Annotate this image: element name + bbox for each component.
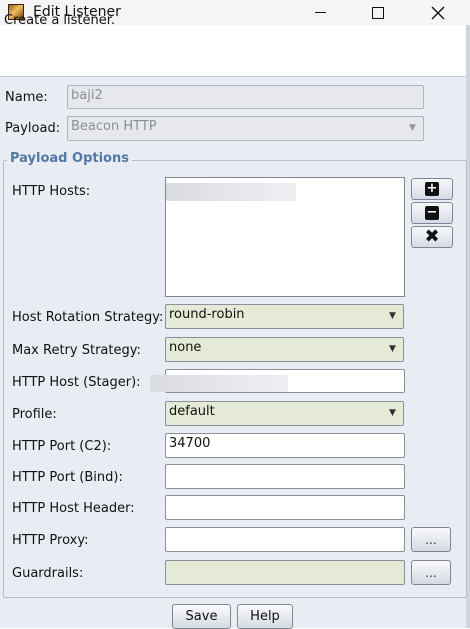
chevron-down-icon: ▼ [409, 122, 416, 133]
guardrails-browse-button[interactable]: ... [411, 560, 451, 585]
redacted-value [150, 375, 288, 392]
guardrails-browse-label: ... [425, 565, 437, 580]
port-bind-label: HTTP Port (Bind): [12, 470, 123, 485]
chevron-down-icon: ▼ [389, 407, 396, 418]
clear-hosts-button[interactable]: ✖ [411, 226, 453, 248]
proxy-browse-button[interactable]: ... [411, 527, 451, 552]
port-bind-field[interactable] [165, 464, 405, 489]
max-retry-select[interactable]: none ▼ [165, 337, 404, 362]
http-hosts-label: HTTP Hosts: [12, 184, 91, 199]
maximize-button[interactable] [355, 0, 401, 25]
add-host-button[interactable]: + [411, 178, 453, 200]
chevron-down-icon: ▼ [389, 310, 396, 321]
profile-label: Profile: [12, 407, 57, 422]
proxy-label: HTTP Proxy: [12, 533, 89, 548]
save-button[interactable]: Save [172, 604, 231, 629]
profile-value: default [169, 404, 215, 419]
payload-select[interactable]: Beacon HTTP ▼ [67, 116, 424, 141]
chevron-down-icon: ▼ [389, 343, 396, 354]
payload-options-legend: Payload Options [7, 151, 132, 166]
plus-icon: + [425, 181, 439, 196]
host-rotation-value: round-robin [169, 307, 245, 322]
port-c2-field[interactable]: 34700 [165, 433, 405, 458]
minimize-button[interactable] [297, 0, 343, 25]
payload-label: Payload: [5, 121, 61, 136]
host-stager-label: HTTP Host (Stager): [12, 375, 141, 390]
max-retry-value: none [169, 340, 202, 355]
payload-select-value: Beacon HTTP [71, 119, 157, 134]
proxy-browse-label: ... [425, 532, 437, 547]
host-header-field[interactable] [165, 495, 405, 520]
close-button[interactable] [415, 0, 461, 25]
port-c2-label: HTTP Port (C2): [12, 439, 112, 454]
x-icon: ✖ [424, 226, 440, 247]
http-hosts-list[interactable] [165, 177, 405, 297]
host-header-label: HTTP Host Header: [12, 501, 135, 516]
name-label: Name: [5, 90, 48, 105]
guardrails-field[interactable] [165, 560, 405, 585]
host-rotation-label: Host Rotation Strategy: [12, 310, 164, 325]
max-retry-label: Max Retry Strategy: [12, 343, 141, 358]
host-rotation-select[interactable]: round-robin ▼ [165, 304, 404, 329]
guardrails-label: Guardrails: [12, 566, 84, 581]
list-item-redacted[interactable] [166, 183, 296, 201]
remove-host-button[interactable]: − [411, 202, 453, 224]
description-text: Create a listener. [4, 13, 116, 28]
close-icon [431, 6, 445, 19]
minus-icon: − [425, 205, 439, 220]
minimize-icon [314, 12, 326, 13]
profile-select[interactable]: default ▼ [165, 401, 404, 426]
description-panel [0, 25, 470, 77]
proxy-field[interactable] [165, 527, 405, 552]
maximize-icon [372, 6, 384, 19]
name-field[interactable]: baji2 [67, 85, 424, 109]
help-button[interactable]: Help [237, 604, 293, 629]
